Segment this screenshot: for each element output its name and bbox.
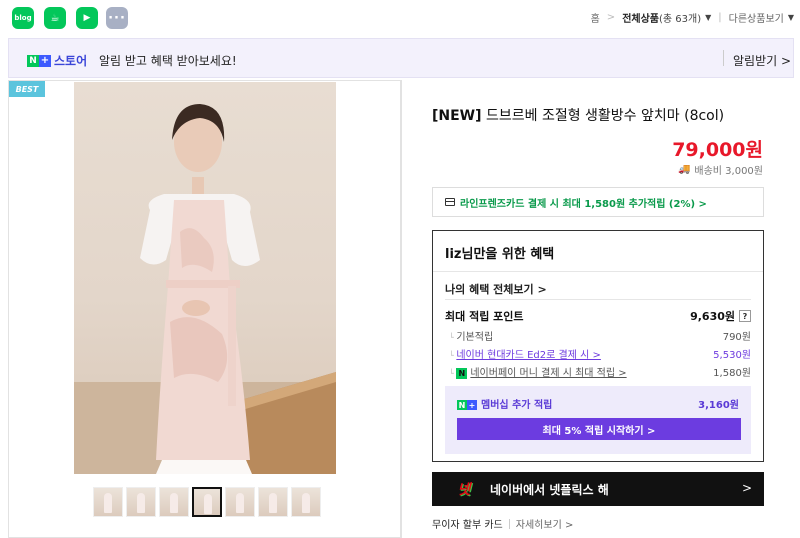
more-icon[interactable]: ··· bbox=[106, 7, 128, 29]
subscribe-alert-button[interactable]: 알림받기 > bbox=[733, 52, 791, 69]
thumbnail-5[interactable] bbox=[225, 487, 255, 517]
chevron-right-icon: > bbox=[741, 481, 752, 495]
product-gallery: BEST bbox=[8, 80, 401, 538]
chevron-down-icon: ▼ bbox=[787, 13, 794, 22]
installment-label: 무이자 할부 카드 bbox=[432, 520, 503, 531]
divider bbox=[508, 518, 510, 529]
benefit-panel: liz님만을 위한 혜택 나의 혜택 전체보기 > 최대 적립 포인트 9,63… bbox=[432, 230, 764, 462]
blog-icon[interactable]: blog bbox=[12, 7, 34, 29]
netflix-banner-text: 네이버에서 넷플릭스 해 bbox=[490, 482, 609, 497]
chevron-down-icon: ▼ bbox=[705, 13, 712, 22]
thumbnail-2[interactable] bbox=[126, 487, 156, 517]
notice-text: 알림 받고 혜택 받아보세요! bbox=[99, 54, 237, 68]
naver-n-icon: N bbox=[27, 54, 39, 67]
basic-points-row: 기본적립 790원 bbox=[449, 328, 751, 343]
thumbnail-strip bbox=[93, 487, 321, 517]
breadcrumb: 홈 > 전체상품(총 63개) ▼ | 다른상품보기 ▼ bbox=[591, 10, 794, 25]
membership-box: N + 멤버십 추가 적립 3,160원 최대 5% 적립 시작하기 > bbox=[445, 386, 751, 454]
product-photo-illustration bbox=[74, 104, 336, 474]
product-title: [NEW] 드브르베 조절형 생활방수 앞치마 (8col) bbox=[432, 108, 725, 124]
divider bbox=[445, 299, 751, 300]
thumbnail-7[interactable] bbox=[291, 487, 321, 517]
naver-plus-icon: N + bbox=[457, 400, 477, 410]
bookmark-icon[interactable]: ▶ bbox=[76, 7, 98, 29]
top-bar: blog ☕ ▶ ··· 홈 > 전체상품(총 63개) ▼ | 다른상품보기 … bbox=[0, 0, 800, 36]
npay-money-points-row[interactable]: N네이버페이 머니 결제 시 최대 적립 > 1,580원 bbox=[449, 364, 751, 379]
plus-icon: + bbox=[39, 54, 51, 67]
product-price: 79,000원 bbox=[672, 139, 763, 161]
breadcrumb-home[interactable]: 홈 bbox=[591, 10, 600, 25]
netflix-logo: 넷 bbox=[457, 482, 471, 498]
npay-icon: N bbox=[456, 367, 468, 379]
store-label: 스토어 bbox=[54, 54, 88, 68]
divider bbox=[401, 80, 402, 538]
card-promo-banner[interactable]: 라인프렌즈카드 결제 시 최대 1,580원 추가적립 (2%) > bbox=[432, 187, 764, 217]
divider bbox=[723, 50, 724, 66]
thumbnail-3[interactable] bbox=[159, 487, 189, 517]
best-badge: BEST bbox=[9, 81, 45, 97]
max-points-row: 최대 적립 포인트 9,630원? bbox=[445, 308, 751, 324]
membership-points-row: N + 멤버십 추가 적립 3,160원 bbox=[457, 400, 739, 411]
other-products-link[interactable]: 다른상품보기 bbox=[729, 10, 784, 25]
notification-banner: N + 스토어 알림 받고 혜택 받아보세요! 알림받기 > bbox=[8, 38, 794, 78]
credit-card-icon bbox=[445, 198, 455, 206]
thumbnail-4-selected[interactable] bbox=[192, 487, 222, 517]
start-membership-button[interactable]: 최대 5% 적립 시작하기 > bbox=[457, 418, 741, 440]
hyundai-card-points-row[interactable]: 네이버 현대카드 Ed2로 결제 시 > 5,530원 bbox=[449, 346, 751, 361]
installment-card-info: 무이자 할부 카드 자세히보기 > bbox=[432, 516, 573, 531]
breadcrumb-separator: | bbox=[718, 12, 722, 23]
truck-icon: 🚚 bbox=[677, 164, 691, 175]
my-benefits-link[interactable]: 나의 혜택 전체보기 > bbox=[445, 281, 547, 297]
product-main-image[interactable] bbox=[74, 82, 336, 474]
shipping-fee: 🚚 배송비 3,000원 bbox=[677, 164, 763, 177]
details-link[interactable]: 자세히보기 > bbox=[516, 516, 574, 531]
breadcrumb-separator: > bbox=[606, 12, 616, 23]
benefit-heading: liz님만을 위한 혜택 bbox=[445, 247, 555, 262]
thumbnail-6[interactable] bbox=[258, 487, 288, 517]
thumbnail-1[interactable] bbox=[93, 487, 123, 517]
netflix-banner[interactable]: 넷 네이버에서 넷플릭스 해 > bbox=[432, 472, 764, 506]
cafe-icon[interactable]: ☕ bbox=[44, 7, 66, 29]
divider bbox=[433, 271, 763, 272]
help-icon[interactable]: ? bbox=[739, 310, 751, 322]
naver-plus-store-badge: N + 스토어 bbox=[27, 52, 87, 69]
breadcrumb-all-products[interactable]: 전체상품(총 63개) bbox=[622, 10, 701, 25]
